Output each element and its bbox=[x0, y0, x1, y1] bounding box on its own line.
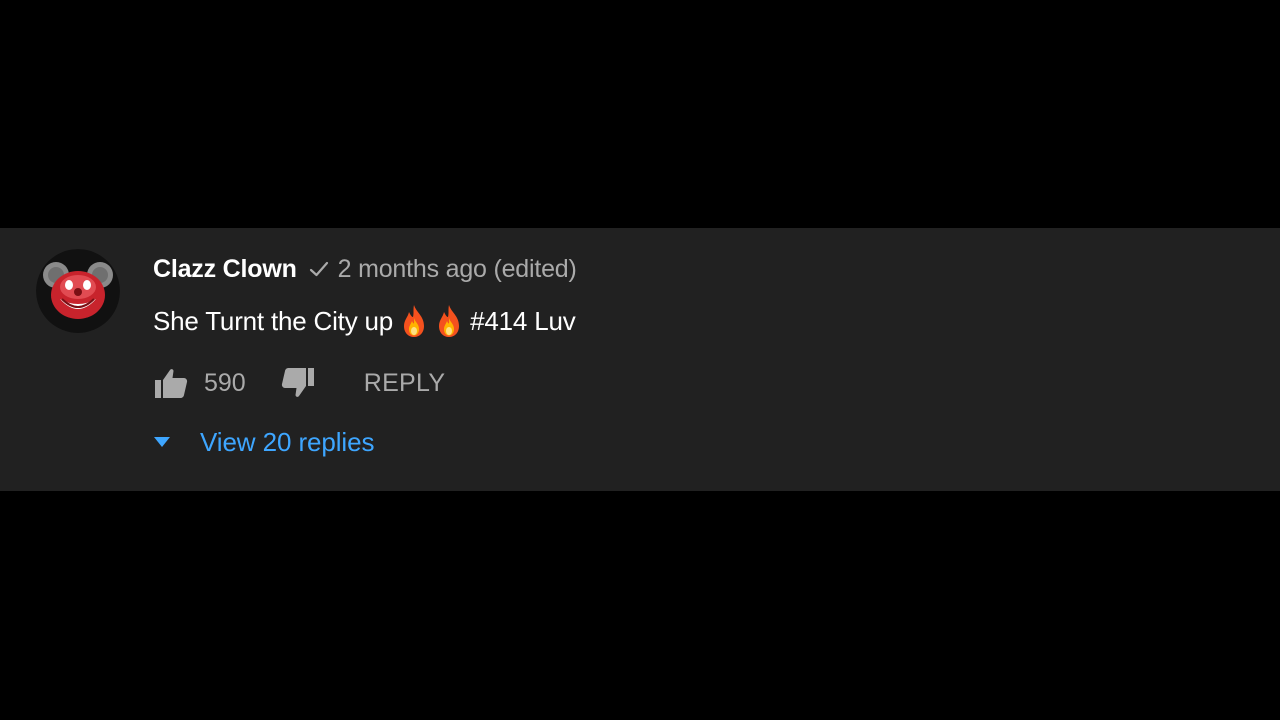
view-replies-button[interactable]: View 20 replies bbox=[153, 422, 374, 462]
caret-down-icon bbox=[154, 437, 170, 447]
like-button[interactable] bbox=[153, 365, 189, 401]
thumbs-down-icon bbox=[281, 368, 314, 397]
comment-card: Clazz Clown 2 months ago (edited) She Tu… bbox=[0, 228, 1280, 491]
like-count: 590 bbox=[204, 368, 246, 397]
avatar[interactable] bbox=[36, 249, 120, 333]
comment-footer: 590 REPLY View 20 replies bbox=[153, 228, 1240, 491]
dislike-button[interactable] bbox=[280, 365, 316, 401]
video-frame: Clazz Clown 2 months ago (edited) She Tu… bbox=[0, 0, 1280, 720]
reply-button[interactable]: REPLY bbox=[364, 369, 446, 398]
comment-actions: 590 REPLY bbox=[153, 363, 445, 403]
thumbs-up-icon bbox=[155, 369, 188, 398]
view-replies-label: View 20 replies bbox=[200, 426, 375, 457]
